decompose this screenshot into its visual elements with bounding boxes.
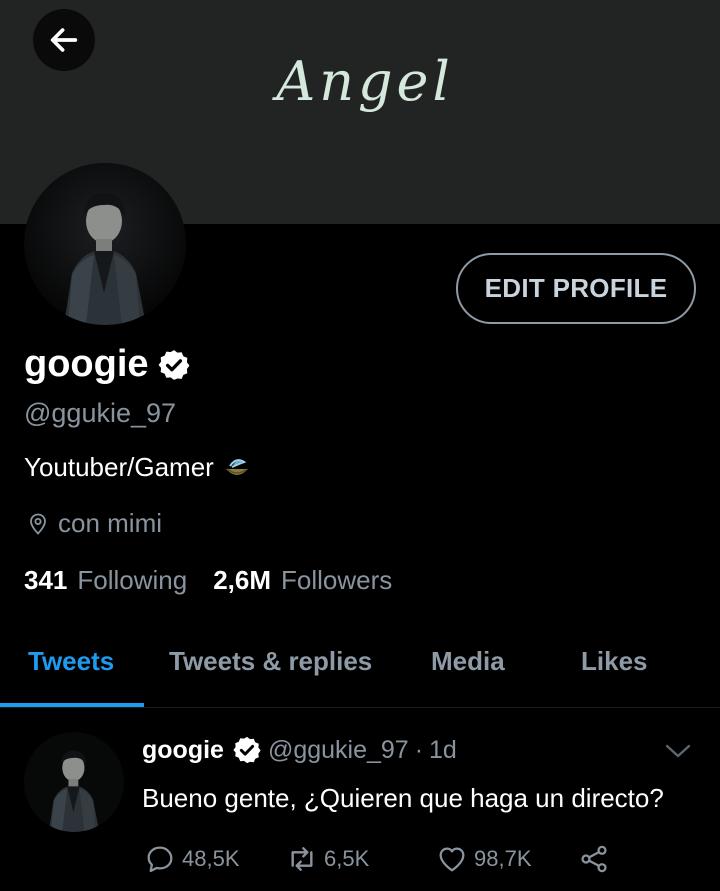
tweet-text: Bueno gente, ¿Quieren que haga un direct… bbox=[142, 783, 664, 813]
reply-button[interactable]: 48,5K bbox=[144, 843, 240, 875]
teacup-icon bbox=[225, 458, 248, 475]
profile-tabs: Tweets Tweets & replies Media Likes bbox=[0, 628, 720, 708]
followers-label[interactable]: Followers bbox=[281, 565, 392, 596]
back-button[interactable] bbox=[33, 9, 95, 71]
retweet-button[interactable]: 6,5K bbox=[286, 843, 369, 875]
location-text: con mimi bbox=[58, 508, 163, 538]
heart-icon bbox=[439, 847, 465, 872]
profile-avatar[interactable] bbox=[24, 163, 186, 325]
tweet-actions: 48,5K 6,5K 98,7K bbox=[142, 843, 702, 881]
reply-count: 48,5K bbox=[182, 846, 240, 871]
avatar-image bbox=[24, 732, 124, 832]
reply-icon bbox=[147, 846, 173, 873]
avatar-image bbox=[24, 163, 186, 325]
tweet-author-name[interactable]: googie bbox=[142, 736, 224, 765]
retweet-count: 6,5K bbox=[324, 846, 370, 871]
profile-bio: Youtuber/Gamer bbox=[24, 452, 252, 483]
arrow-left-icon bbox=[50, 28, 78, 52]
tab-tweets-and-replies[interactable]: Tweets & replies bbox=[169, 646, 372, 677]
verified-badge-icon bbox=[158, 349, 189, 380]
like-button[interactable]: 98,7K bbox=[436, 843, 532, 875]
tweet-avatar[interactable] bbox=[24, 732, 124, 832]
profile-stats: 341 Following 2,6M Followers bbox=[24, 565, 392, 596]
profile-handle: @ggukie_97 bbox=[24, 398, 177, 428]
profile-name-row: googie bbox=[24, 343, 191, 386]
tweet-header: googie @ggukie_97 · 1d bbox=[142, 735, 457, 765]
edit-profile-button[interactable]: EDIT PROFILE bbox=[456, 253, 696, 324]
followers-count[interactable]: 2,6M bbox=[213, 565, 271, 596]
tweet-timestamp: 1d bbox=[429, 735, 457, 764]
profile-name: googie bbox=[24, 343, 149, 385]
profile-location: con mimi bbox=[26, 508, 162, 539]
chevron-down-icon[interactable] bbox=[664, 740, 692, 762]
verified-badge-icon bbox=[233, 736, 261, 764]
tabs-divider bbox=[0, 707, 720, 708]
retweet-icon bbox=[291, 847, 313, 871]
banner-title: Angel bbox=[276, 50, 454, 113]
share-icon bbox=[581, 845, 607, 873]
tab-media[interactable]: Media bbox=[431, 646, 505, 677]
bio-text: Youtuber/Gamer bbox=[24, 452, 214, 482]
share-button[interactable] bbox=[578, 843, 616, 875]
following-count[interactable]: 341 bbox=[24, 565, 67, 596]
like-count: 98,7K bbox=[474, 846, 532, 871]
tab-tweets[interactable]: Tweets bbox=[28, 646, 114, 677]
location-pin-icon bbox=[30, 513, 46, 535]
tweet-separator: · bbox=[414, 735, 424, 764]
tweet-author-handle[interactable]: @ggukie_97 bbox=[268, 736, 409, 765]
tab-likes[interactable]: Likes bbox=[581, 646, 648, 677]
following-label[interactable]: Following bbox=[77, 565, 187, 596]
